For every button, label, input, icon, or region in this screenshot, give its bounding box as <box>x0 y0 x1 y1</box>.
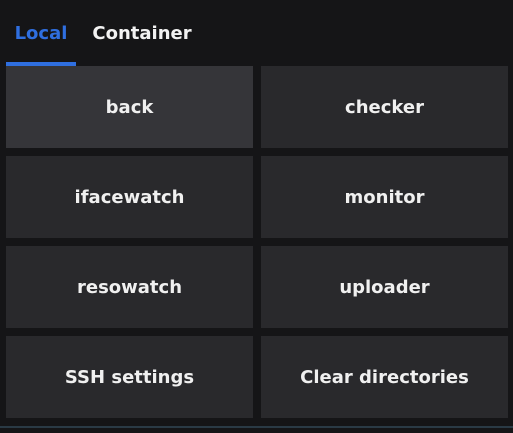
monitor-button[interactable]: monitor <box>261 156 508 238</box>
resowatch-button[interactable]: resowatch <box>6 246 253 328</box>
clear-directories-button[interactable]: Clear directories <box>261 336 508 418</box>
uploader-button[interactable]: uploader <box>261 246 508 328</box>
back-button[interactable]: back <box>6 66 253 148</box>
ifacewatch-button[interactable]: ifacewatch <box>6 156 253 238</box>
tab-local[interactable]: Local <box>6 0 76 66</box>
bottom-divider <box>0 426 513 428</box>
tab-bar: Local Container <box>0 0 513 66</box>
checker-button[interactable]: checker <box>261 66 508 148</box>
app-window: Local Container back checker ifacewatch … <box>0 0 513 433</box>
ssh-settings-button[interactable]: SSH settings <box>6 336 253 418</box>
tab-container[interactable]: Container <box>90 0 194 66</box>
button-grid: back checker ifacewatch monitor resowatc… <box>6 66 508 419</box>
